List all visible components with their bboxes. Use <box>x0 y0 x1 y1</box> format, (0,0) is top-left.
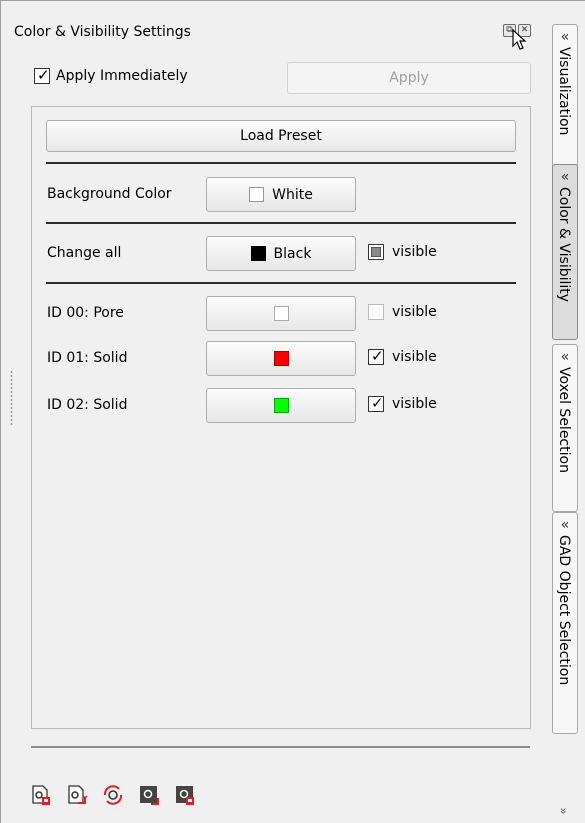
id-00-color-button[interactable] <box>206 296 356 331</box>
checkbox[interactable] <box>368 244 384 260</box>
change-all-label: Change all <box>47 245 122 261</box>
right-tab-strip: « Visualization « Color & Visibility « V… <box>549 10 585 823</box>
divider <box>46 162 516 164</box>
visible-label: visible <box>392 349 437 365</box>
import-settings-icon[interactable] <box>138 784 160 806</box>
change-all-color-button[interactable]: Black <box>206 236 356 271</box>
checkbox[interactable] <box>34 66 50 84</box>
change-all-visible-checkbox[interactable]: visible <box>368 244 437 260</box>
id-02-color-button[interactable] <box>206 388 356 423</box>
id-01-color-swatch <box>273 351 289 366</box>
visible-label: visible <box>392 244 437 260</box>
divider <box>46 282 516 284</box>
id-00-label: ID 00: Pore <box>47 305 124 321</box>
id-00-color-swatch <box>273 306 289 321</box>
apply-button[interactable]: Apply <box>287 62 531 94</box>
delete-settings-icon[interactable] <box>174 784 196 806</box>
id-02-color-swatch <box>273 398 289 413</box>
panel-title: Color & Visibility Settings <box>14 24 191 40</box>
tab-label: GAD Object Selection <box>556 535 572 686</box>
checkbox[interactable] <box>368 347 384 365</box>
tab-color-visibility[interactable]: « Color & Visibility <box>552 164 578 340</box>
id-01-label: ID 01: Solid <box>47 350 128 366</box>
id-02-label: ID 02: Solid <box>47 397 128 413</box>
id-02-visible-checkbox[interactable]: visible <box>368 394 437 412</box>
chevron-left-icon: « <box>560 349 570 365</box>
expand-chevron-icon[interactable]: » <box>557 807 571 814</box>
apply-immediately-label: Apply Immediately <box>56 68 188 84</box>
background-color-value: White <box>272 186 313 203</box>
tab-voxel-selection[interactable]: « Voxel Selection <box>552 344 578 512</box>
chevron-left-icon: « <box>560 517 570 533</box>
chevron-left-icon: « <box>560 29 570 45</box>
save-settings-icon[interactable] <box>30 784 52 806</box>
checkbox[interactable] <box>368 304 384 320</box>
tab-label: Color & Visibility <box>556 187 572 303</box>
visible-label: visible <box>392 396 437 412</box>
background-color-label: Background Color <box>47 186 172 202</box>
id-01-visible-checkbox[interactable]: visible <box>368 347 437 365</box>
bottom-toolbar <box>30 784 196 806</box>
tab-label: Visualization <box>556 47 572 136</box>
reload-settings-icon[interactable] <box>102 784 124 806</box>
change-all-color-value: Black <box>273 245 312 262</box>
divider <box>46 222 516 224</box>
id-01-color-button[interactable] <box>206 341 356 376</box>
apply-button-label: Apply <box>389 70 429 86</box>
tab-visualization[interactable]: « Visualization <box>552 24 578 168</box>
apply-immediately-checkbox[interactable]: Apply Immediately <box>34 66 188 84</box>
change-all-color-swatch <box>250 246 266 261</box>
visible-label: visible <box>392 304 437 320</box>
tab-gad-object-selection[interactable]: « GAD Object Selection <box>552 512 578 734</box>
background-color-swatch <box>249 187 265 202</box>
chevron-left-icon: « <box>560 169 570 185</box>
id-00-visible-checkbox[interactable]: visible <box>368 304 437 320</box>
mouse-cursor-icon <box>512 29 527 50</box>
load-preset-label: Load Preset <box>240 128 322 144</box>
divider <box>31 746 530 748</box>
checkbox[interactable] <box>368 394 384 412</box>
load-preset-button[interactable]: Load Preset <box>46 120 516 152</box>
background-color-button[interactable]: White <box>206 177 356 212</box>
export-settings-icon[interactable] <box>66 784 88 806</box>
tab-label: Voxel Selection <box>556 367 572 473</box>
resize-grip[interactable] <box>10 370 13 425</box>
